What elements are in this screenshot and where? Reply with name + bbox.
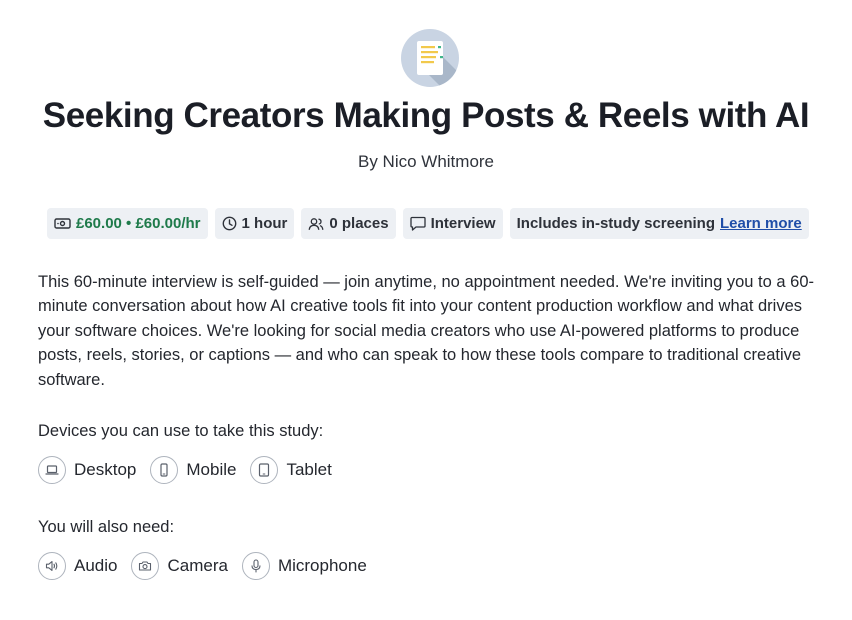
requirement-audio: Audio bbox=[38, 552, 117, 580]
study-description: This 60-minute interview is self-guided … bbox=[38, 273, 815, 389]
screening-chip: Includes in-study screening Learn more bbox=[509, 208, 809, 239]
study-type-text: Interview bbox=[430, 215, 496, 232]
device-label: Desktop bbox=[74, 460, 137, 479]
device-label: Tablet bbox=[286, 460, 332, 479]
study-info-chips: £60.00 • £60.00/hr 1 hour 0 places Inter… bbox=[47, 208, 809, 239]
requirement-label: Camera bbox=[167, 556, 228, 575]
speaker-icon bbox=[38, 552, 66, 580]
learn-more-link[interactable]: Learn more bbox=[720, 215, 802, 232]
tablet-icon bbox=[250, 456, 279, 484]
devices-label: Devices you can use to take this study: bbox=[38, 422, 324, 440]
screening-text: Includes in-study screening bbox=[516, 215, 715, 232]
device-desktop: Desktop bbox=[38, 456, 136, 484]
requirement-microphone: Microphone bbox=[241, 552, 367, 580]
payment-chip: £60.00 • £60.00/hr bbox=[47, 208, 208, 239]
payment-text: £60.00 • £60.00/hr bbox=[76, 215, 201, 232]
laptop-icon bbox=[38, 456, 66, 484]
requirement-camera: Camera bbox=[131, 552, 228, 580]
clock-icon bbox=[222, 216, 236, 231]
duration-chip: 1 hour bbox=[214, 208, 295, 239]
requirements-list: Audio Camera Microphone bbox=[38, 552, 381, 580]
people-icon bbox=[308, 217, 324, 230]
places-chip: 0 places bbox=[301, 208, 396, 239]
study-type-chip: Interview bbox=[402, 208, 503, 239]
author-byline: By Nico Whitmore bbox=[357, 152, 495, 171]
devices-list: Desktop Mobile Tablet bbox=[38, 456, 346, 484]
camera-icon bbox=[131, 552, 160, 580]
microphone-icon bbox=[241, 552, 270, 580]
device-label: Mobile bbox=[186, 460, 237, 479]
duration-text: 1 hour bbox=[241, 215, 288, 232]
chat-bubble-icon bbox=[409, 216, 426, 231]
requirement-label: Audio bbox=[74, 556, 118, 575]
places-text: 0 places bbox=[329, 215, 389, 232]
phone-icon bbox=[150, 456, 179, 484]
page-title: Seeking Creators Making Posts & Reels wi… bbox=[42, 96, 810, 135]
requirements-label: You will also need: bbox=[38, 518, 175, 536]
device-tablet: Tablet bbox=[250, 456, 332, 484]
study-logo-icon bbox=[401, 29, 459, 87]
cash-icon bbox=[54, 218, 71, 229]
requirement-label: Microphone bbox=[277, 556, 367, 575]
device-mobile: Mobile bbox=[150, 456, 236, 484]
